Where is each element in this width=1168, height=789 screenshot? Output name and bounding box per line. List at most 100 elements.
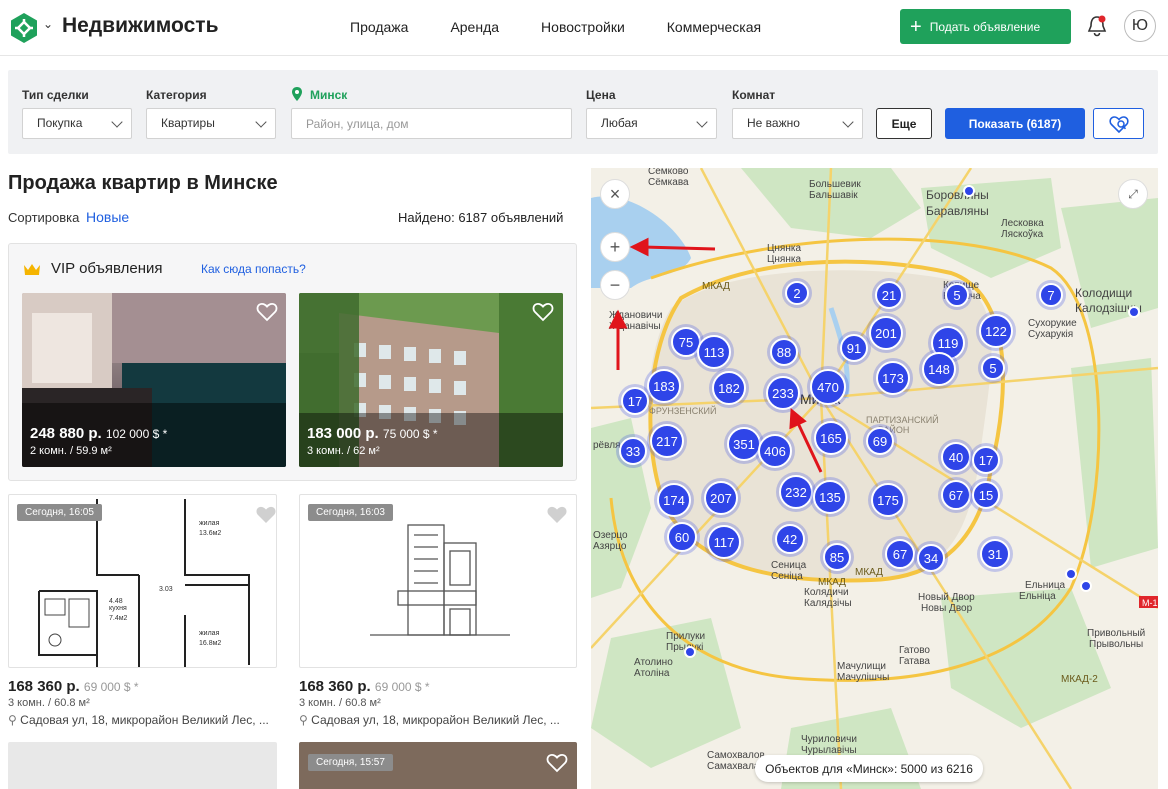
price-label: Цена <box>586 88 616 102</box>
map-cluster[interactable]: 69 <box>866 427 894 455</box>
map-label: Гатава <box>899 656 930 667</box>
map-marker[interactable] <box>684 646 696 658</box>
map-cluster[interactable]: 60 <box>667 522 697 552</box>
price-select[interactable]: Любая <box>586 108 717 139</box>
plus-icon: + <box>609 236 621 257</box>
map-label: Мачулищи <box>837 661 887 672</box>
map-cluster[interactable]: 201 <box>869 316 903 350</box>
map-cluster[interactable]: 175 <box>871 483 905 517</box>
map-cluster[interactable]: 7 <box>1039 283 1063 307</box>
location-pin-icon: ⚲ <box>299 713 308 727</box>
favorite-heart-icon[interactable] <box>546 505 568 525</box>
map-cluster[interactable]: 17 <box>621 387 649 415</box>
favorite-heart-icon[interactable] <box>256 302 278 322</box>
rooms-select[interactable]: Не важно <box>732 108 863 139</box>
zoom-out-button[interactable]: − <box>600 270 630 300</box>
logo-icon[interactable] <box>8 12 40 44</box>
zoom-in-button[interactable]: + <box>600 232 630 262</box>
map-cluster[interactable]: 17 <box>972 446 1000 474</box>
map-cluster[interactable]: 207 <box>704 481 738 515</box>
map-cluster[interactable]: 33 <box>619 437 647 465</box>
sort-dropdown[interactable]: Новые <box>86 209 129 225</box>
map-cluster[interactable]: 351 <box>727 427 761 461</box>
vip-card-price: 183 000 р. 75 000 $ * <box>307 425 438 442</box>
listing-card-photo[interactable]: жилая 13.6м2 кухня 7.4м2 жилая 16.8м2 3.03 4… <box>8 494 277 668</box>
category-select[interactable]: Квартиры <box>146 108 276 139</box>
map-label: Сеница <box>771 560 807 571</box>
location-input[interactable] <box>291 108 572 139</box>
favorite-heart-icon[interactable] <box>546 753 568 773</box>
map-label: Сёмкава <box>648 177 689 188</box>
map-cluster[interactable]: 183 <box>647 369 681 403</box>
brand-title[interactable]: Недвижимость <box>62 14 218 38</box>
map-background <box>591 168 1158 789</box>
map-label: Ждановичи <box>609 310 663 321</box>
nav-new-buildings[interactable]: Новостройки <box>541 19 625 35</box>
map-cluster[interactable]: 148 <box>922 352 956 386</box>
map-cluster[interactable]: 470 <box>810 369 846 405</box>
deal-type-select[interactable]: Покупка <box>22 108 132 139</box>
map-cluster[interactable]: 67 <box>941 480 971 510</box>
more-filters-button[interactable]: Еще <box>876 108 932 139</box>
map-cluster[interactable]: 15 <box>972 481 1000 509</box>
map-cluster[interactable]: 217 <box>650 424 684 458</box>
chevron-down-icon[interactable]: ⌄ <box>43 17 53 31</box>
listing-card-photo[interactable]: Сегодня, 16:03 <box>299 494 577 668</box>
map-marker[interactable] <box>1080 580 1092 592</box>
map-marker[interactable] <box>1128 306 1140 318</box>
heart-search-icon <box>1109 116 1129 134</box>
map-cluster[interactable]: 40 <box>941 442 971 472</box>
bell-icon[interactable] <box>1086 14 1108 38</box>
map-cluster[interactable]: 34 <box>917 544 945 572</box>
map-marker[interactable] <box>963 185 975 197</box>
svg-text:16.8м2: 16.8м2 <box>199 640 221 647</box>
map-marker[interactable] <box>1065 568 1077 580</box>
map-cluster[interactable]: 67 <box>885 539 915 569</box>
map-cluster[interactable]: 88 <box>770 338 798 366</box>
map-cluster[interactable]: 5 <box>945 283 969 307</box>
map-cluster[interactable]: 406 <box>758 434 792 468</box>
map-cluster[interactable]: 85 <box>823 543 851 571</box>
show-results-button[interactable]: Показать (6187) <box>945 108 1085 139</box>
map-cluster[interactable]: 31 <box>980 539 1010 569</box>
nav-sale[interactable]: Продажа <box>350 19 408 35</box>
map-cluster[interactable]: 135 <box>813 480 847 514</box>
map-label: МКАД <box>855 567 883 578</box>
favorite-heart-icon[interactable] <box>532 302 554 322</box>
card-address[interactable]: ⚲ Садовая ул, 18, микрорайон Великий Лес… <box>8 713 278 727</box>
close-map-button[interactable]: × <box>600 179 630 209</box>
map-cluster[interactable]: 42 <box>775 524 805 554</box>
deal-type-label: Тип сделки <box>22 88 89 102</box>
map-cluster[interactable]: 165 <box>814 421 848 455</box>
listing-card-photo[interactable] <box>8 742 277 789</box>
avatar[interactable]: Ю <box>1124 10 1156 42</box>
listing-card-photo[interactable]: Сегодня, 15:57 <box>299 742 577 789</box>
map-label: Бальшавік <box>809 190 858 201</box>
map-cluster[interactable]: 91 <box>840 334 868 362</box>
map-label: Гатово <box>899 645 930 656</box>
map-cluster[interactable]: 232 <box>779 475 813 509</box>
fullscreen-button[interactable]: ⤢ <box>1118 179 1148 209</box>
vip-how-link[interactable]: Как сюда попасть? <box>201 262 306 276</box>
map-cluster[interactable]: 21 <box>875 281 903 309</box>
nav-commercial[interactable]: Коммерческая <box>667 19 761 35</box>
map-cluster[interactable]: 117 <box>707 525 741 559</box>
map-label: Ляскоўка <box>1001 229 1044 240</box>
map-cluster[interactable]: 174 <box>657 483 691 517</box>
map-cluster[interactable]: 122 <box>979 314 1013 348</box>
map-cluster[interactable]: 182 <box>712 371 746 405</box>
svg-text:3.03: 3.03 <box>159 586 173 593</box>
map-cluster[interactable]: 2 <box>785 281 809 305</box>
rooms-label: Комнат <box>732 88 776 102</box>
map-cluster[interactable]: 5 <box>981 356 1005 380</box>
post-ad-button[interactable]: + Подать объявление <box>900 9 1071 44</box>
map-cluster[interactable]: 113 <box>697 335 731 369</box>
save-search-button[interactable] <box>1093 108 1144 139</box>
favorite-heart-icon[interactable] <box>255 505 277 525</box>
card-address[interactable]: ⚲ Садовая ул, 18, микрорайон Великий Лес… <box>299 713 569 727</box>
map-label: Баравляны <box>926 204 989 218</box>
map-cluster[interactable]: 233 <box>766 376 800 410</box>
nav-rent[interactable]: Аренда <box>450 19 499 35</box>
map-cluster[interactable]: 173 <box>876 361 910 395</box>
map[interactable]: Сёмково Сёмкава Большевик Бальшавік Боро… <box>591 168 1158 789</box>
